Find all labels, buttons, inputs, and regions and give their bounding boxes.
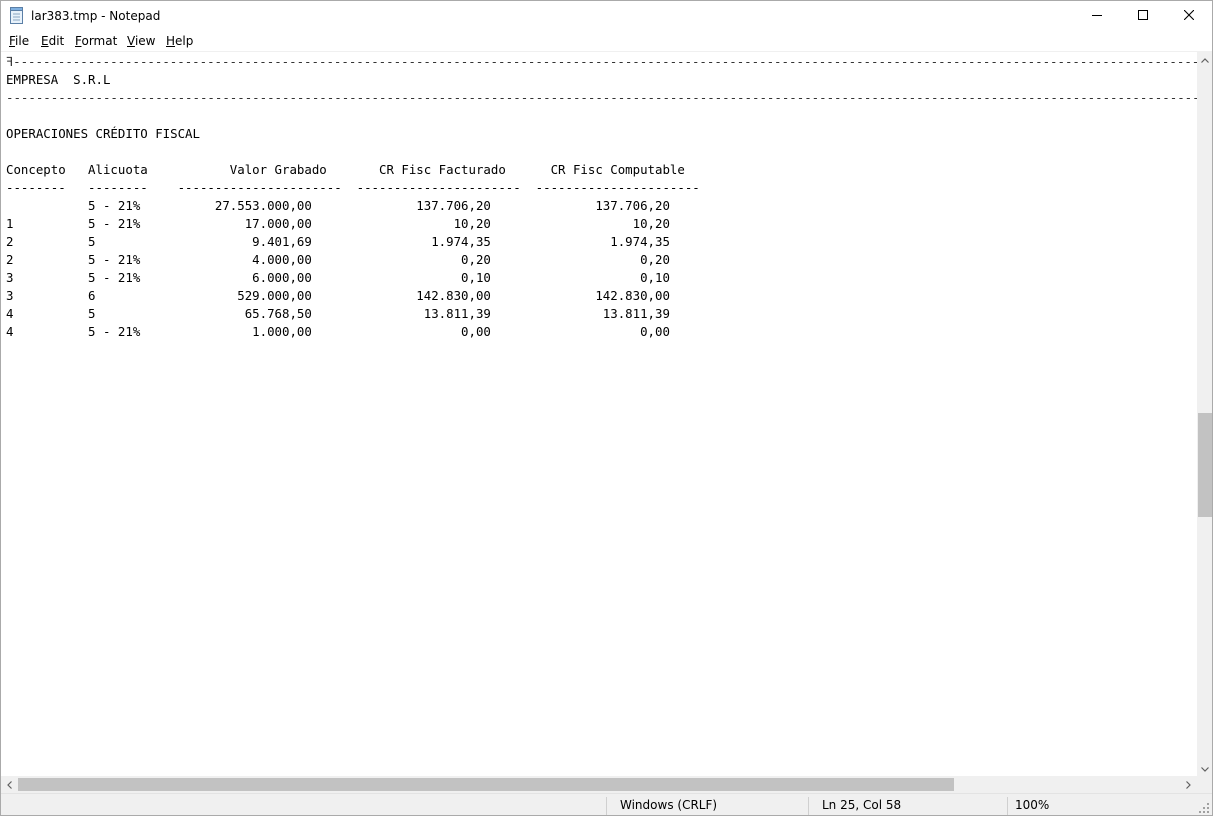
title-bar[interactable]: lar383.tmp - Notepad	[1, 1, 1212, 31]
close-button[interactable]	[1166, 1, 1212, 31]
text-editor[interactable]: ꟻ---------------------------------------…	[1, 51, 1197, 777]
status-divider	[808, 797, 809, 815]
menu-edit[interactable]: Edit	[41, 33, 64, 49]
notepad-icon[interactable]	[10, 7, 24, 24]
horizontal-scroll-thumb[interactable]	[18, 778, 954, 791]
scroll-right-button[interactable]	[1180, 776, 1197, 793]
chevron-down-icon	[1201, 761, 1209, 775]
menu-format[interactable]: Format	[75, 33, 117, 49]
vertical-scroll-thumb[interactable]	[1198, 413, 1212, 517]
cursor-position-status: Ln 25, Col 58	[822, 798, 902, 812]
document-line: 3 6 529.000,00 142.830,00 142.830,00	[6, 288, 670, 303]
document-line: 4 5 - 21% 1.000,00 0,00 0,00	[6, 324, 670, 339]
chevron-left-icon	[7, 778, 12, 792]
chevron-right-icon	[1186, 778, 1191, 792]
document-line: 5 - 21% 27.553.000,00 137.706,20 137.706…	[6, 198, 670, 213]
window-title: lar383.tmp - Notepad	[31, 9, 161, 23]
scroll-down-button[interactable]	[1197, 760, 1212, 776]
document-line: 2 5 - 21% 4.000,00 0,20 0,20	[6, 252, 670, 267]
menu-file[interactable]: File	[9, 33, 29, 49]
document-line: Concepto Alicuota Valor Grabado CR Fisc …	[6, 162, 685, 177]
vertical-scrollbar[interactable]	[1197, 51, 1212, 776]
document-line: -------- -------- ----------------------…	[6, 180, 700, 195]
chevron-up-icon	[1201, 52, 1209, 66]
menu-view[interactable]: View	[127, 33, 155, 49]
line-ending-status: Windows (CRLF)	[620, 798, 718, 812]
horizontal-scrollbar[interactable]	[1, 776, 1197, 793]
document-line: ----------------------------------------…	[6, 90, 1197, 105]
zoom-status: 100%	[1015, 798, 1050, 812]
resize-grip-icon[interactable]	[1198, 802, 1210, 814]
scroll-left-button[interactable]	[1, 776, 18, 793]
close-icon	[1183, 9, 1195, 23]
menu-help[interactable]: Help	[166, 33, 193, 49]
maximize-button[interactable]	[1120, 1, 1166, 31]
minimize-button[interactable]	[1074, 1, 1120, 31]
status-divider	[606, 797, 607, 815]
menu-bar: File Edit Format View Help	[1, 31, 1212, 51]
scrollbar-corner	[1197, 776, 1212, 793]
minimize-icon	[1092, 9, 1102, 23]
status-divider	[1007, 797, 1008, 815]
document-line: EMPRESA S.R.L	[6, 72, 111, 87]
document-line: 4 5 65.768,50 13.811,39 13.811,39	[6, 306, 670, 321]
document-line: 2 5 9.401,69 1.974,35 1.974,35	[6, 234, 670, 249]
scroll-up-button[interactable]	[1197, 51, 1212, 67]
document-line: 1 5 - 21% 17.000,00 10,20 10,20	[6, 216, 670, 231]
status-bar: Windows (CRLF) Ln 25, Col 58 100%	[1, 793, 1212, 815]
document-line: ꟻ---------------------------------------…	[6, 54, 1197, 69]
document-line: OPERACIONES CRÉDITO FISCAL	[6, 126, 200, 141]
document-line: 3 5 - 21% 6.000,00 0,10 0,10	[6, 270, 670, 285]
maximize-icon	[1138, 9, 1148, 23]
notepad-window: lar383.tmp - Notepad File Edit Format Vi…	[0, 0, 1213, 816]
